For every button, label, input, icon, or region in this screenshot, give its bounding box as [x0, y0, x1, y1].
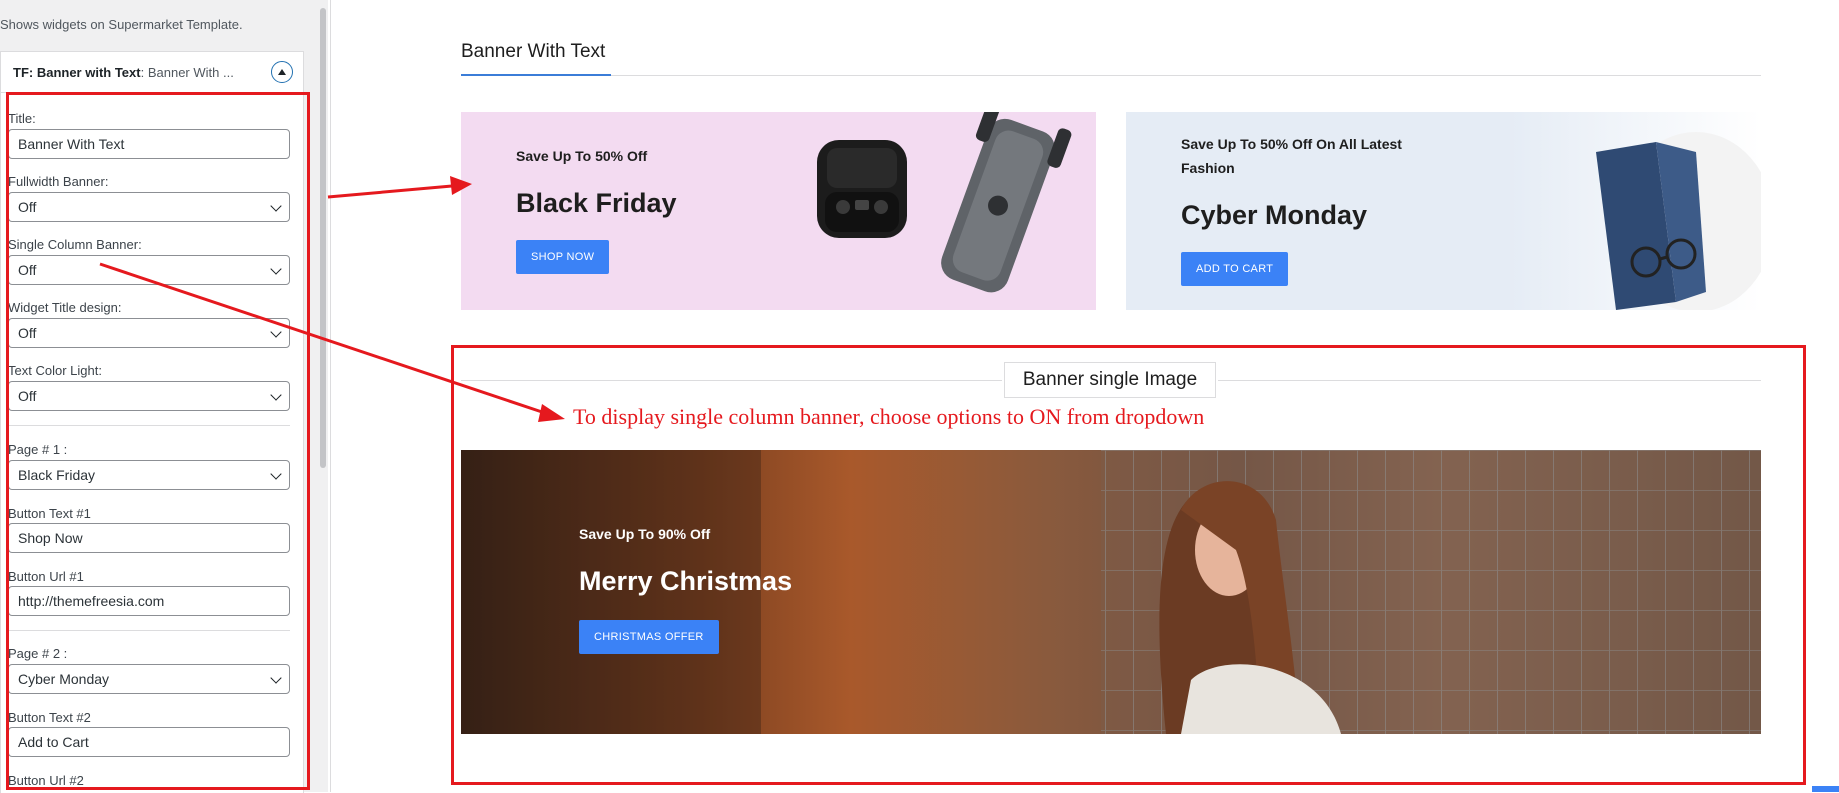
banner-black-friday[interactable]: Save Up To 50% Off Black Friday SHOP NOW — [461, 112, 1096, 310]
sidebar-scrollbar-thumb[interactable] — [320, 8, 326, 468]
banner-subtitle: Save Up To 50% Off — [516, 148, 648, 164]
drone-product-image — [817, 112, 1072, 293]
triangle-up-icon — [278, 69, 286, 75]
collapse-toggle-button[interactable] — [271, 61, 293, 83]
widget-title-bold: TF: Banner with Text — [13, 65, 141, 80]
widget-header[interactable]: TF: Banner with Text: Banner With ... — [1, 52, 303, 93]
banner-title: Black Friday — [516, 188, 677, 218]
section-title-line — [461, 75, 1761, 76]
section-title: Banner With Text — [461, 41, 606, 62]
banner-subtitle: Save Up To 50% Off On All Latest Fashion — [1181, 136, 1402, 176]
banner-cyber-monday[interactable]: Save Up To 50% Off On All Latest Fashion… — [1126, 112, 1761, 310]
panel-divider — [330, 0, 331, 792]
add-to-cart-button[interactable]: ADD TO CART — [1181, 252, 1289, 286]
arrow-line-to-banners — [327, 184, 453, 199]
widget-title: TF: Banner with Text: Banner With ... — [13, 65, 234, 80]
fashion-product-image — [1506, 112, 1761, 310]
sidebar-description: Shows widgets on Supermarket Template. — [0, 17, 243, 32]
section-title-underline — [461, 74, 611, 76]
annotation-box-settings — [6, 92, 310, 790]
widget-title-sub: : Banner With ... — [140, 65, 234, 80]
corner-accent — [1812, 786, 1839, 792]
shop-now-button[interactable]: SHOP NOW — [516, 240, 610, 274]
annotation-box-single-banner — [451, 345, 1806, 785]
banner-title: Cyber Monday — [1181, 200, 1368, 230]
